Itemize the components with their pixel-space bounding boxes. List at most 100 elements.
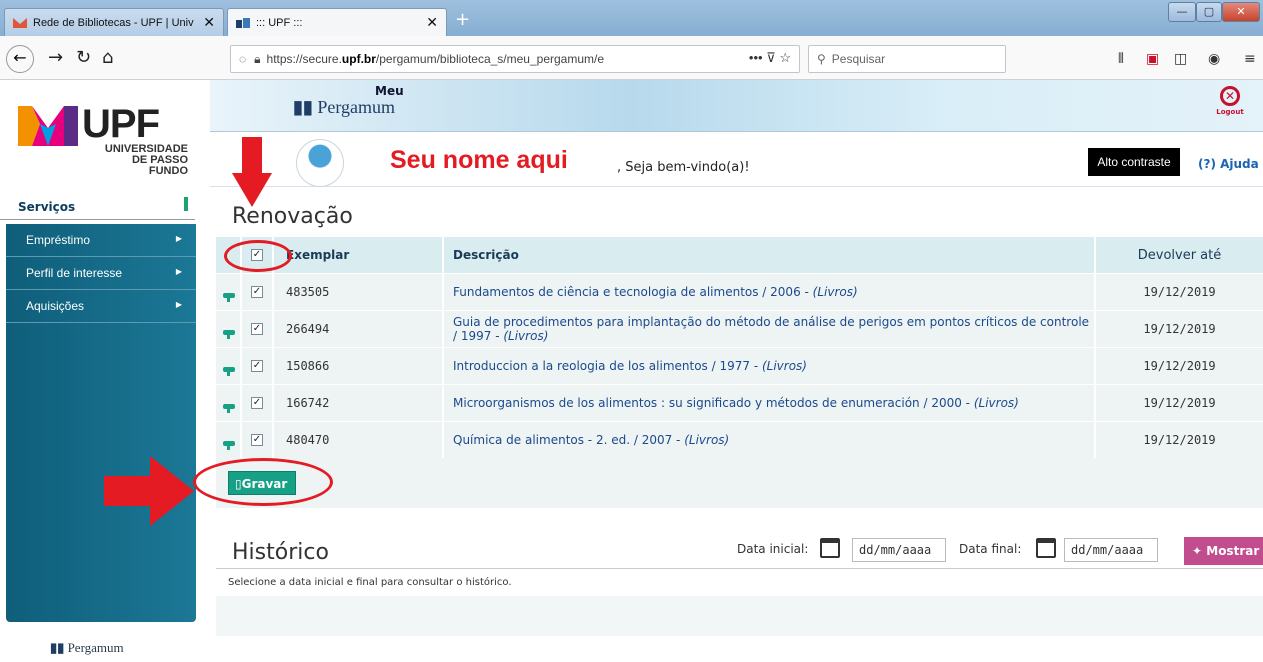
- window-maximize-button[interactable]: ▢: [1196, 2, 1222, 22]
- browser-tab-upf-library[interactable]: Rede de Bibliotecas - UPF | Univ ✕: [4, 8, 224, 36]
- help-link[interactable]: (?) Ajuda: [1198, 157, 1259, 171]
- chevron-right-icon: ▶: [175, 267, 182, 276]
- annotation-arrow-right: [104, 456, 194, 526]
- upf-logo-subtitle: UNIVERSIDADE DE PASSO FUNDO: [104, 143, 188, 177]
- lock-icon: 🔒︎: [254, 51, 261, 66]
- divider: [216, 568, 1263, 569]
- column-header-descricao: Descrição: [444, 237, 1096, 273]
- url-bar[interactable]: ◌ 🔒︎ https://secure. upf.br/pergamum/bibl…: [230, 45, 800, 73]
- data-final-label: Data final:: [959, 542, 1022, 556]
- window-close-button[interactable]: ✕: [1222, 2, 1260, 22]
- upf-favicon-icon: [13, 17, 27, 28]
- sidebar-menu: Empréstimo ▶ Perfil de interesse ▶ Aquis…: [6, 224, 196, 622]
- descricao-cell[interactable]: Introduccion a la reologia de los alimen…: [444, 348, 1096, 384]
- sidebar-item-perfil-de-interesse[interactable]: Perfil de interesse ▶: [6, 257, 196, 290]
- data-inicial-label: Data inicial:: [737, 542, 809, 556]
- mostrar-button[interactable]: ✦ Mostrar: [1184, 537, 1263, 565]
- loan-icon: [223, 329, 235, 339]
- renew-checkbox[interactable]: ✓: [251, 397, 263, 409]
- page-root: Rede de Bibliotecas - UPF | Univ ✕ ::: U…: [0, 0, 1263, 662]
- renew-checkbox[interactable]: ✓: [251, 323, 263, 335]
- tab-title: ::: UPF :::: [256, 16, 303, 29]
- exemplar-cell: 266494: [274, 311, 444, 347]
- calendar-icon[interactable]: [1036, 538, 1056, 558]
- historico-results: [216, 596, 1263, 636]
- renew-checkbox[interactable]: ✓: [251, 286, 263, 298]
- pergamum-footer-logo: ▮▮ Pergamum: [50, 640, 124, 655]
- welcome-text: , Seja bem-vindo(a)!: [617, 160, 750, 175]
- exemplar-cell: 483505: [274, 274, 444, 310]
- upf-logo-mark: [18, 106, 78, 146]
- high-contrast-button[interactable]: Alto contraste: [1088, 148, 1180, 176]
- exemplar-cell: 480470: [274, 422, 444, 458]
- browser-tab-bar: Rede de Bibliotecas - UPF | Univ ✕ ::: U…: [0, 0, 1263, 36]
- servicos-heading: Serviços: [0, 196, 195, 220]
- sidebar-item-aquisicoes[interactable]: Aquisições ▶: [6, 290, 196, 323]
- renovacao-table: ✓ Exemplar Descrição Devolver até ✓ 4835…: [216, 237, 1263, 458]
- historico-message: Selecione a data inicial e final para co…: [228, 577, 512, 588]
- data-final-input[interactable]: dd/mm/aaaa: [1064, 538, 1158, 562]
- plus-icon: ✦: [1192, 544, 1203, 558]
- browser-tab-upf[interactable]: ::: UPF ::: ✕: [227, 8, 447, 36]
- renew-checkbox[interactable]: ✓: [251, 360, 263, 372]
- logout-button[interactable]: ✕ Logout: [1210, 86, 1250, 116]
- descricao-cell[interactable]: Guia de procedimentos para implantação d…: [444, 311, 1096, 347]
- url-rest: /pergamum/biblioteca_s/meu_pergamum/e: [375, 52, 605, 66]
- data-inicial-input[interactable]: dd/mm/aaaa: [852, 538, 946, 562]
- page-actions-icon[interactable]: •••: [749, 50, 763, 65]
- column-header-devolver: Devolver até: [1137, 247, 1222, 263]
- tab-close-icon[interactable]: ✕: [203, 14, 215, 31]
- historico-title: Histórico: [232, 540, 329, 565]
- table-row: ✓ 166742 Microorganismos de los alimento…: [216, 384, 1263, 421]
- sidebar-toggle-icon[interactable]: ◫: [1174, 51, 1187, 67]
- calendar-icon[interactable]: [820, 538, 840, 558]
- column-header-exemplar: Exemplar: [274, 237, 444, 273]
- menu-icon[interactable]: ≡: [1244, 51, 1256, 67]
- library-icon[interactable]: ⫴: [1118, 51, 1124, 67]
- meu-label: Meu: [375, 84, 404, 98]
- devolver-cell: 19/12/2019: [1143, 285, 1216, 299]
- pergamum-header-logo: ▮▮ Pergamum: [293, 97, 395, 117]
- table-row: ✓ 480470 Química de alimentos - 2. ed. /…: [216, 421, 1263, 458]
- sidebar-item-emprestimo[interactable]: Empréstimo ▶: [6, 224, 196, 257]
- shield-icon: ◌: [239, 52, 247, 66]
- bookmark-star-icon[interactable]: ☆: [779, 50, 791, 65]
- descricao-cell[interactable]: Química de alimentos - 2. ed. / 2007 - (…: [444, 422, 1096, 458]
- account-icon[interactable]: ◉: [1208, 51, 1220, 67]
- user-name: Seu nome aqui: [390, 146, 568, 174]
- tab-close-icon[interactable]: ✕: [426, 14, 438, 31]
- chevron-right-icon: ▶: [175, 234, 182, 243]
- reload-icon[interactable]: ↻: [76, 47, 91, 68]
- back-icon[interactable]: ←: [6, 45, 34, 73]
- descricao-cell[interactable]: Fundamentos de ciência e tecnologia de a…: [444, 274, 1096, 310]
- devolver-cell: 19/12/2019: [1143, 396, 1216, 410]
- logout-icon: ✕: [1220, 86, 1240, 106]
- tab-title: Rede de Bibliotecas - UPF | Univ: [33, 16, 194, 29]
- pocket-icon[interactable]: ⊽: [766, 50, 776, 65]
- renew-checkbox[interactable]: ✓: [251, 434, 263, 446]
- extension-icon[interactable]: ▣: [1146, 51, 1159, 67]
- url-actions: ••• ⊽ ☆: [749, 50, 791, 66]
- exemplar-cell: 150866: [274, 348, 444, 384]
- descricao-cell[interactable]: Microorganismos de los alimentos : su si…: [444, 385, 1096, 421]
- search-input[interactable]: ⚲ Pesquisar: [808, 45, 1006, 73]
- url-domain: upf.br: [341, 52, 376, 66]
- avatar: [296, 139, 344, 187]
- sidebar-item-label: Perfil de interesse: [26, 266, 123, 280]
- url-prefix: https://secure.: [266, 52, 342, 66]
- upf-logo[interactable]: UPF UNIVERSIDADE DE PASSO FUNDO: [18, 98, 188, 177]
- pergamum-books-icon: ▮▮: [50, 640, 65, 655]
- devolver-cell: 19/12/2019: [1143, 322, 1216, 336]
- annotation-circle-save: [193, 458, 333, 506]
- devolver-cell: 19/12/2019: [1143, 433, 1216, 447]
- logout-label: Logout: [1216, 108, 1244, 116]
- renovacao-title: Renovação: [232, 204, 353, 229]
- home-icon[interactable]: ⌂: [102, 47, 113, 68]
- window-minimize-button[interactable]: —: [1168, 2, 1196, 22]
- sidebar-item-label: Empréstimo: [26, 233, 91, 247]
- forward-icon[interactable]: →: [48, 47, 63, 68]
- search-placeholder: Pesquisar: [831, 52, 886, 66]
- new-tab-icon[interactable]: +: [455, 9, 470, 30]
- chevron-right-icon: ▶: [175, 300, 182, 309]
- exemplar-cell: 166742: [274, 385, 444, 421]
